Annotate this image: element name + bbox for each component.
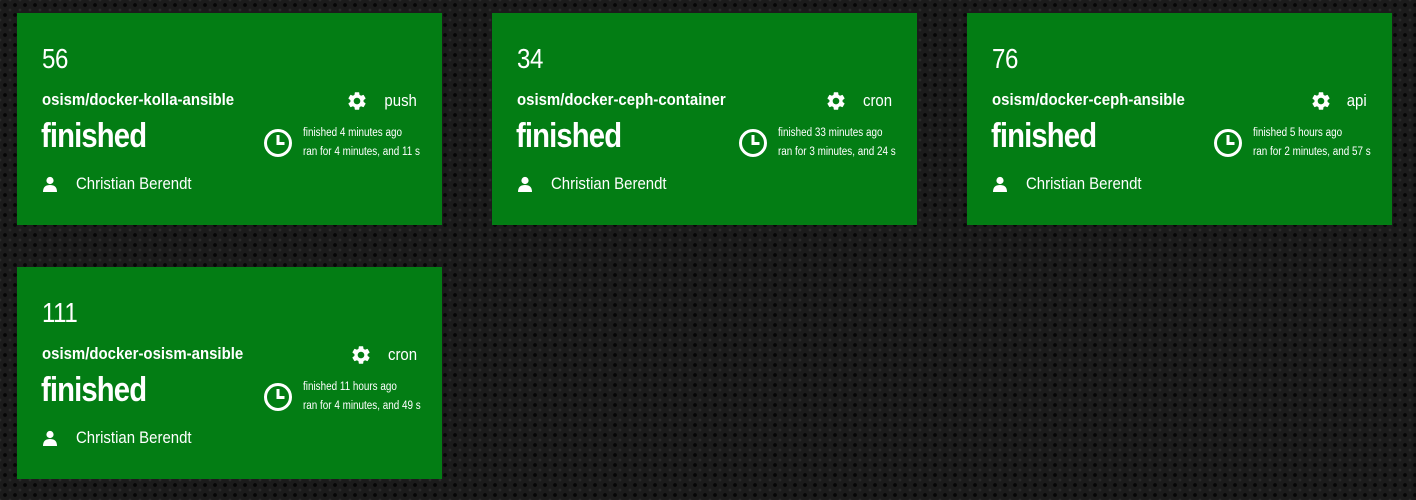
build-status: finished (41, 371, 147, 409)
build-card[interactable]: 34 osism/docker-ceph-container cron fini… (492, 13, 917, 225)
build-author: Christian Berendt (992, 174, 1157, 194)
user-icon (43, 176, 57, 192)
run-duration: ran for 3 minutes, and 24 s (778, 146, 896, 158)
event-label: cron (862, 91, 892, 110)
build-author: Christian Berendt (517, 174, 682, 194)
repo-name: osism/docker-ceph-container (517, 90, 726, 109)
author-name: Christian Berendt (76, 428, 192, 447)
build-status: finished (41, 117, 147, 155)
event-label: push (384, 91, 417, 110)
gear-icon (827, 92, 845, 110)
finished-time: finished 4 minutes ago (303, 127, 402, 139)
user-icon (43, 430, 57, 446)
author-name: Christian Berendt (551, 174, 667, 193)
repo-name: osism/docker-kolla-ansible (42, 90, 235, 109)
finished-time: finished 11 hours ago (303, 381, 397, 393)
finished-time: finished 33 minutes ago (778, 127, 883, 139)
clock-icon (264, 383, 292, 411)
author-name: Christian Berendt (76, 174, 192, 193)
build-card[interactable]: 111 osism/docker-osism-ansible cron fini… (17, 267, 442, 479)
build-event: push (346, 90, 417, 112)
clock-icon (739, 129, 767, 157)
gear-icon (1312, 92, 1330, 110)
build-time: finished 4 minutes ago ran for 4 minutes… (263, 124, 439, 162)
build-card[interactable]: 56 osism/docker-kolla-ansible push finis… (17, 13, 442, 225)
repo-name: osism/docker-osism-ansible (42, 344, 244, 363)
event-label: api (1347, 91, 1367, 110)
build-time: finished 33 minutes ago ran for 3 minute… (738, 124, 915, 162)
build-number: 56 (42, 43, 68, 74)
repo-name: osism/docker-ceph-ansible (992, 90, 1185, 109)
build-status: finished (516, 117, 622, 155)
build-author: Christian Berendt (42, 428, 207, 448)
build-event: cron (350, 344, 417, 366)
clock-icon (264, 129, 292, 157)
clock-icon (1214, 129, 1242, 157)
run-duration: ran for 4 minutes, and 49 s (303, 400, 421, 412)
build-card[interactable]: 76 osism/docker-ceph-ansible api finishe… (967, 13, 1392, 225)
gear-icon (352, 346, 370, 364)
finished-time: finished 5 hours ago (1253, 127, 1343, 139)
build-number: 76 (992, 43, 1018, 74)
author-name: Christian Berendt (1026, 174, 1142, 193)
build-number: 111 (42, 297, 78, 328)
build-author: Christian Berendt (42, 174, 207, 194)
run-duration: ran for 2 minutes, and 57 s (1253, 146, 1371, 158)
build-number: 34 (517, 43, 543, 74)
run-duration: ran for 4 minutes, and 11 s (303, 146, 420, 158)
user-icon (518, 176, 532, 192)
event-label: cron (387, 345, 417, 364)
build-time: finished 5 hours ago ran for 2 minutes, … (1213, 124, 1390, 162)
build-event: cron (825, 90, 892, 112)
build-status: finished (991, 117, 1097, 155)
build-event: api (1310, 90, 1367, 112)
user-icon (993, 176, 1007, 192)
gear-icon (348, 92, 366, 110)
build-time: finished 11 hours ago ran for 4 minutes,… (263, 378, 440, 416)
